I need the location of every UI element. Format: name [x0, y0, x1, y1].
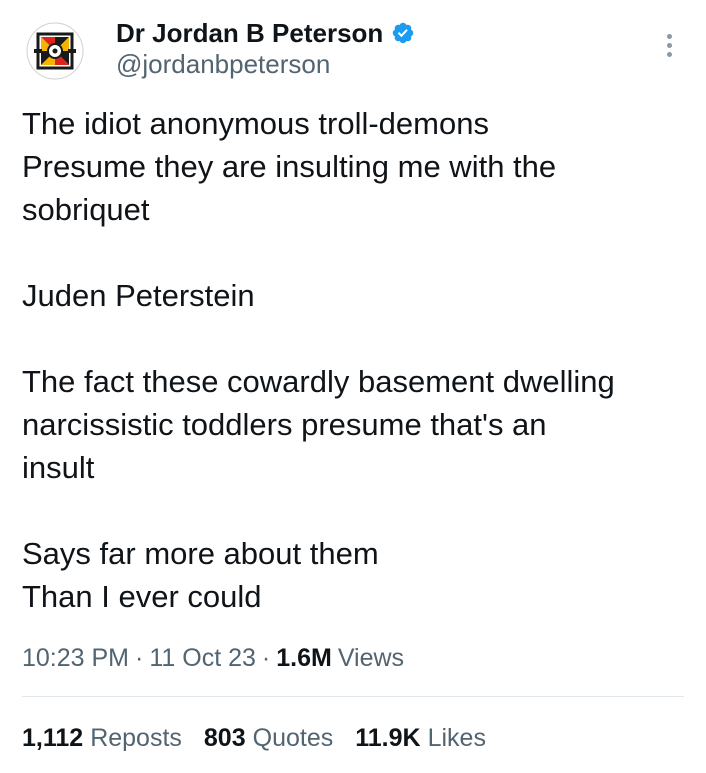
engagement-stats: 1,112 Reposts 803 Quotes 11.9K Likes [22, 724, 508, 753]
tweet-line: The idiot anonymous troll-demons [22, 106, 489, 141]
views-label[interactable]: Views [338, 644, 404, 673]
tweet-line: sobriquet [22, 192, 150, 227]
tweet-line: narcissistic toddlers presume that's an [22, 407, 547, 442]
tweet-line: Than I ever could [22, 579, 262, 614]
reposts-count: 1,112 [22, 724, 84, 752]
tweet-text: The idiot anonymous troll-demons Presume… [22, 102, 692, 618]
avatar-logo [26, 22, 84, 80]
author-display-name[interactable]: Dr Jordan B Peterson [116, 18, 383, 49]
likes-label: Likes [427, 724, 486, 752]
author-handle[interactable]: @jordanbpeterson [116, 49, 330, 80]
more-dot [666, 51, 672, 57]
verified-badge-icon [391, 21, 415, 45]
likes-stat[interactable]: 11.9K Likes [355, 724, 486, 753]
more-options-icon[interactable] [656, 30, 682, 60]
avatar[interactable] [26, 22, 84, 80]
tweet-line: The fact these cowardly basement dwellin… [22, 364, 615, 399]
more-dot [666, 42, 672, 48]
meta-separator: · [135, 644, 144, 672]
reposts-label: Reposts [90, 724, 182, 752]
tweet-time[interactable]: 10:23 PM [22, 644, 129, 673]
more-dot [666, 33, 672, 39]
divider [22, 696, 684, 697]
quotes-count: 803 [203, 724, 246, 752]
tweet-line: Juden Peterstein [22, 278, 255, 313]
reposts-stat[interactable]: 1,112 Reposts [22, 724, 182, 753]
tweet-line: insult [22, 450, 95, 485]
views-count[interactable]: 1.6M [276, 644, 332, 673]
tweet-card: Dr Jordan B Peterson @jordanbpeterson Th… [0, 0, 706, 773]
author-name-row[interactable]: Dr Jordan B Peterson [116, 16, 415, 50]
tweet-date[interactable]: 11 Oct 23 [149, 644, 256, 673]
tweet-line: Says far more about them [22, 536, 379, 571]
meta-separator: · [261, 644, 271, 672]
tweet-metadata: 10:23 PM · 11 Oct 23 · 1.6M Views [22, 644, 404, 673]
tweet-line: Presume they are insulting me with the [22, 149, 557, 184]
likes-count: 11.9K [355, 724, 421, 752]
quotes-stat[interactable]: 803 Quotes [204, 724, 333, 753]
quotes-label: Quotes [252, 724, 334, 752]
